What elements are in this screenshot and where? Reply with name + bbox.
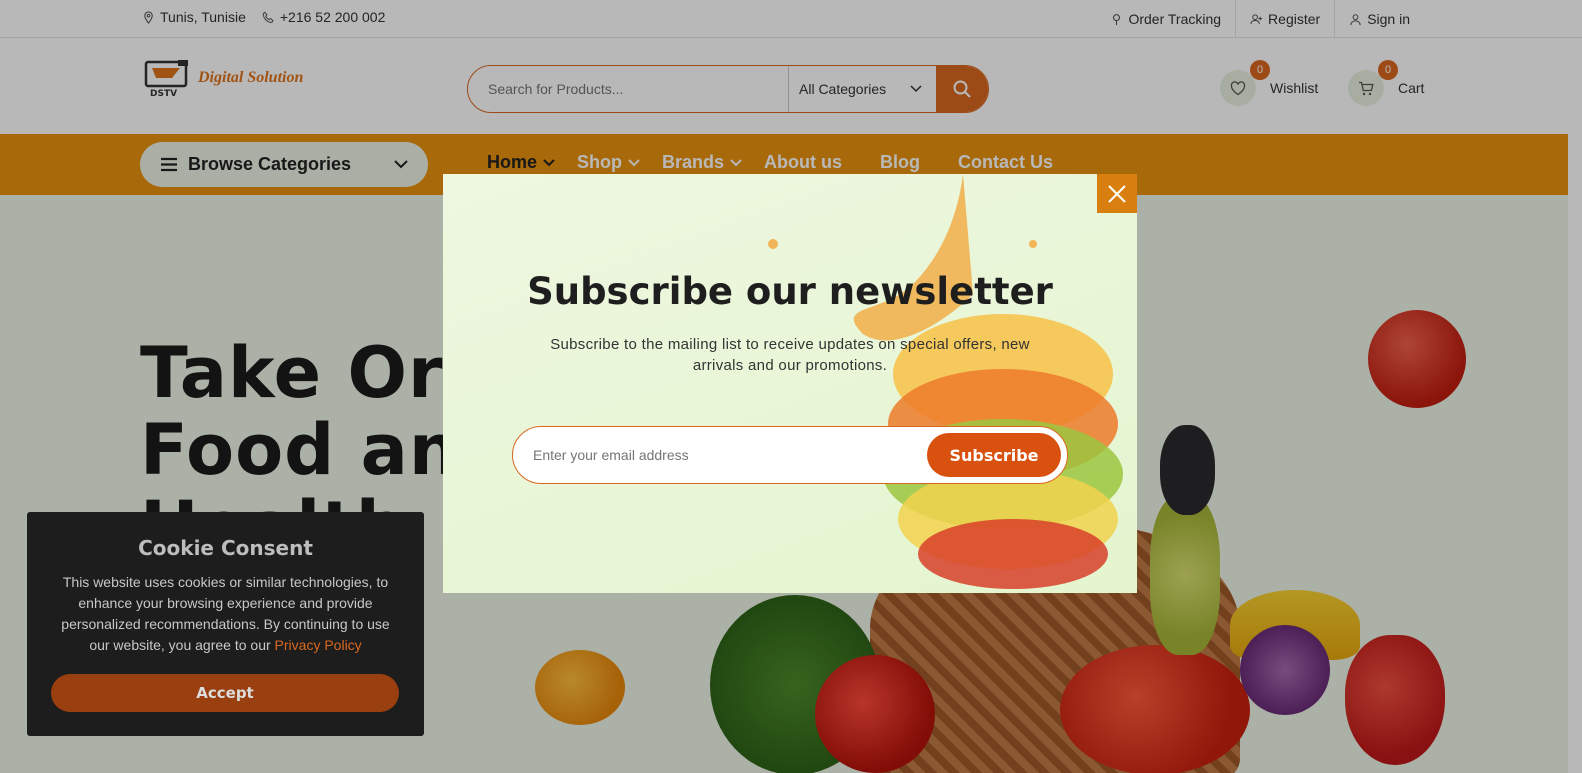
cookie-text: This website uses cookies or similar tec… <box>51 572 400 656</box>
newsletter-modal: Subscribe our newsletter Subscribe to th… <box>443 174 1137 593</box>
subscribe-button[interactable]: Subscribe <box>927 433 1061 477</box>
fruit-splash-image <box>768 174 1123 589</box>
privacy-policy-link[interactable]: Privacy Policy <box>275 637 362 653</box>
cookie-consent-dialog: Cookie Consent This website uses cookies… <box>27 512 424 736</box>
cookie-title: Cookie Consent <box>138 536 313 560</box>
newsletter-description: Subscribe to the mailing list to receive… <box>550 336 1030 374</box>
modal-close-button[interactable] <box>1097 174 1137 213</box>
newsletter-form: Subscribe <box>512 426 1068 484</box>
close-icon <box>1108 184 1126 203</box>
accept-cookies-button[interactable]: Accept <box>51 674 399 712</box>
email-field[interactable] <box>513 447 927 463</box>
newsletter-title: Subscribe our newsletter <box>527 270 1053 313</box>
